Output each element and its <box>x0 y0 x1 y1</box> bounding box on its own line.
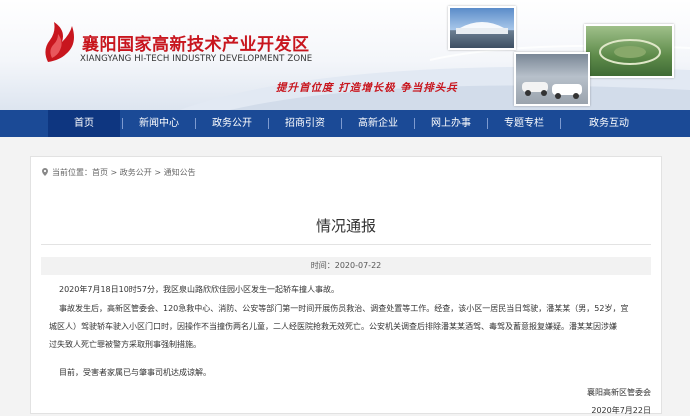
nav-item-news[interactable]: 新闻中心 <box>123 110 195 137</box>
breadcrumb-prefix: 当前位置： <box>52 168 92 177</box>
breadcrumb-home[interactable]: 首页 <box>92 168 108 177</box>
nav-item-home[interactable]: 首页 <box>48 110 120 137</box>
header-photo-building <box>448 6 516 50</box>
header-photo-cars <box>514 52 590 106</box>
main-navigation: 首页 新闻中心 政务公开 招商引资 高新企业 网上办事 专题专栏 政务互动 <box>0 110 690 137</box>
nav-item-interaction[interactable]: 政务互动 <box>573 110 645 137</box>
header-photo-landscape <box>584 24 674 78</box>
site-title-english: XIANGYANG HI-TECH INDUSTRY DEVELOPMENT Z… <box>80 54 313 64</box>
breadcrumb-gov-affairs[interactable]: 政务公开 <box>120 168 152 177</box>
publish-time-label: 时间： <box>310 261 335 270</box>
signature-organization: 襄阳高新区管委会 <box>587 388 651 397</box>
title-divider <box>41 244 651 245</box>
nav-item-special-topics[interactable]: 专题专栏 <box>488 110 560 137</box>
article-paragraph: 目前，受害者家属已与肇事司机达成谅解。 <box>59 368 211 377</box>
site-header: 襄阳国家高新技术产业开发区 XIANGYANG HI-TECH INDUSTRY… <box>0 0 690 110</box>
breadcrumb: 当前位置：首页 > 政务公开 > 通知公告 <box>41 167 196 178</box>
article-paragraph: 2020年7月18日10时57分，我区泉山路欣欣佳园小区发生一起轿车撞人事故。 <box>59 285 339 294</box>
signature-date: 2020年7月22日 <box>591 406 651 415</box>
logo-icon[interactable] <box>40 20 76 64</box>
article-paragraph: 过失致人死亡罪被警方采取刑事强制措施。 <box>49 340 201 349</box>
nav-item-enterprises[interactable]: 高新企业 <box>342 110 414 137</box>
publish-time-value: 2020-07-22 <box>334 261 382 270</box>
breadcrumb-notices[interactable]: 通知公告 <box>164 168 196 177</box>
site-title: 襄阳国家高新技术产业开发区 <box>82 35 310 55</box>
breadcrumb-separator: > <box>108 168 120 177</box>
header-slogan: 提升首位度 打造增长极 争当排头兵 <box>276 82 458 94</box>
breadcrumb-separator: > <box>151 168 164 177</box>
article-panel: 当前位置：首页 > 政务公开 > 通知公告 情况通报 时间：2020-07-22… <box>30 156 662 415</box>
article-paragraph: 城区人）驾驶轿车驶入小区门口时，因操作不当撞伤两名儿童，二人经医院抢救无效死亡。… <box>49 322 617 331</box>
nav-item-online-services[interactable]: 网上办事 <box>415 110 487 137</box>
location-pin-icon <box>42 168 48 176</box>
nav-divider <box>560 118 561 129</box>
nav-item-gov-affairs[interactable]: 政务公开 <box>196 110 268 137</box>
article-meta: 时间：2020-07-22 <box>41 257 651 275</box>
nav-item-investment[interactable]: 招商引资 <box>269 110 341 137</box>
article-paragraph: 事故发生后，高新区管委会、120急救中心、消防、公安等部门第一时间开展伤员救治、… <box>59 304 629 313</box>
article-title: 情况通报 <box>315 217 376 235</box>
